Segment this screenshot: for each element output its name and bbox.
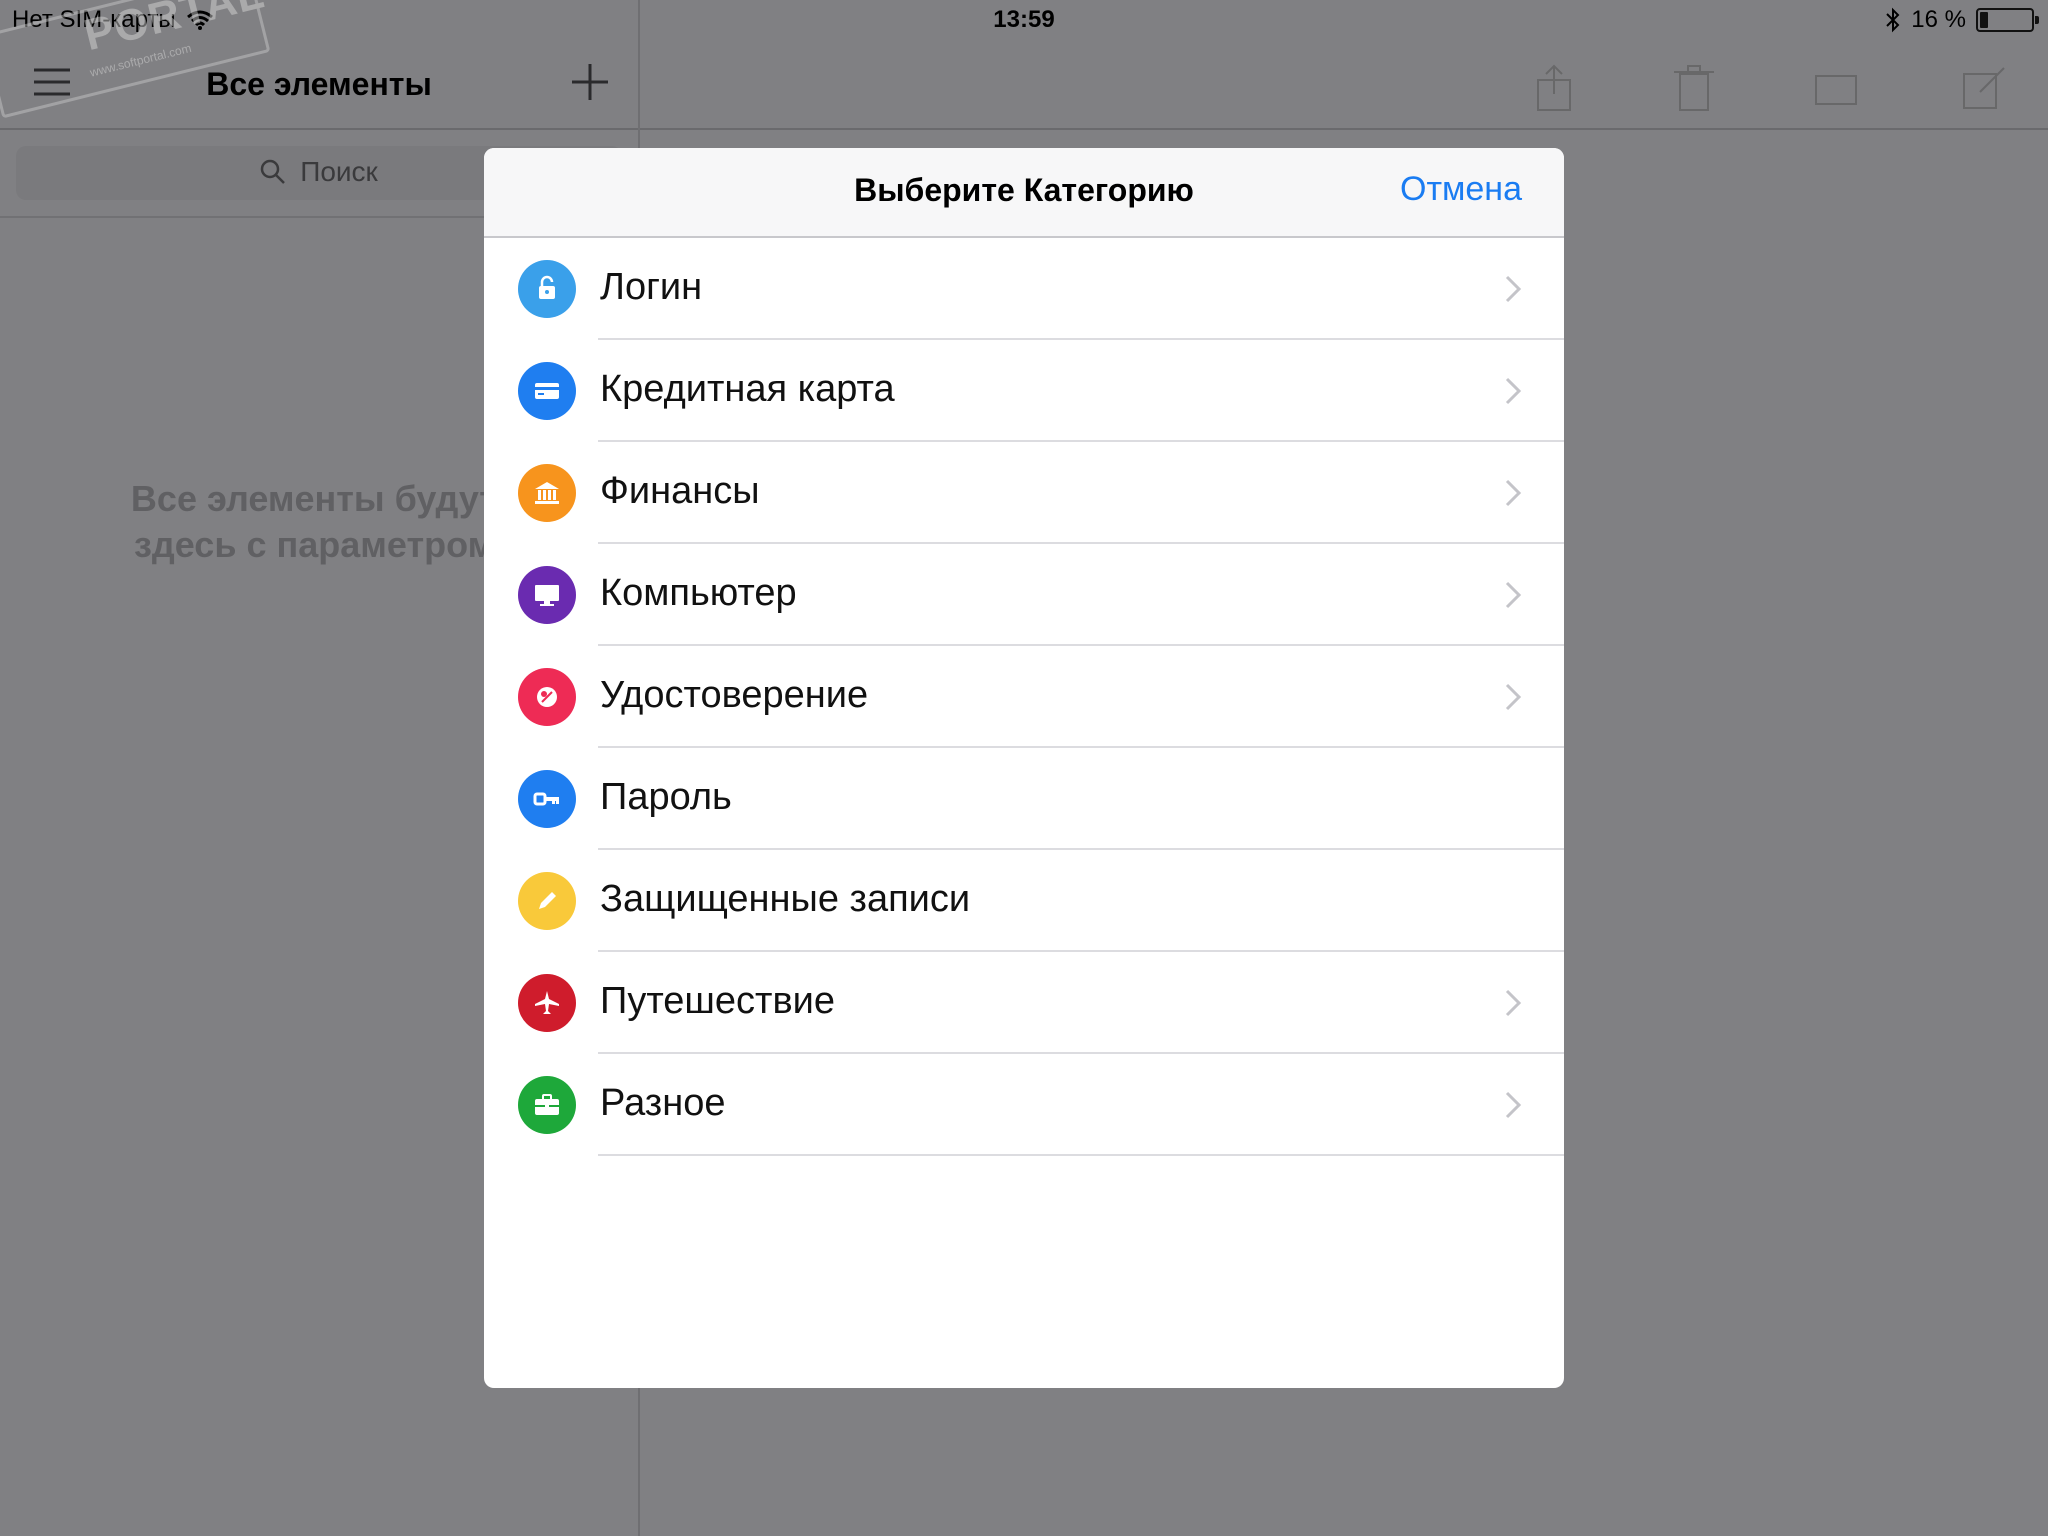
category-row[interactable]: Удостоверение — [484, 646, 1564, 748]
category-label: Компьютер — [600, 572, 797, 614]
category-row[interactable]: Защищенные записи — [484, 850, 1564, 952]
search-icon — [260, 159, 286, 184]
monitor-icon — [518, 566, 576, 624]
category-picker-modal: Выберите Категорию Отмена Логин Кредитная… — [484, 148, 1564, 1388]
category-row[interactable]: Финансы — [484, 442, 1564, 544]
category-row[interactable]: Пароль — [484, 748, 1564, 850]
category-label: Разное — [600, 1082, 726, 1124]
category-label: Путешествие — [600, 980, 835, 1022]
category-label: Пароль — [600, 776, 732, 818]
briefcase-icon — [518, 1076, 576, 1134]
category-label: Логин — [600, 266, 703, 308]
folder-icon[interactable] — [1810, 62, 1862, 114]
battery-level — [1980, 12, 1988, 28]
category-list: Логин Кредитная карта Финансы Компьютер Удос… — [484, 238, 1564, 1156]
chevron-right-icon — [1505, 377, 1522, 405]
category-label: Удостоверение — [600, 674, 869, 716]
category-row[interactable]: Путешествие — [484, 952, 1564, 1054]
share-icon[interactable] — [1528, 62, 1580, 114]
bluetooth-icon — [1886, 7, 1900, 33]
modal-header: Выберите Категорию Отмена — [484, 148, 1564, 238]
key-icon — [518, 770, 576, 828]
battery-percent: 16 % — [1911, 6, 1966, 33]
add-icon[interactable] — [568, 60, 612, 104]
battery-icon — [1976, 8, 2039, 32]
chevron-right-icon — [1505, 275, 1522, 303]
edit-icon[interactable] — [1958, 62, 2010, 114]
credit-card-icon — [518, 362, 576, 420]
airplane-icon — [518, 974, 576, 1032]
clock: 13:59 — [993, 6, 1055, 33]
status-bar: Нет SIM-карты 13:59 16 % — [0, 0, 2048, 40]
chevron-right-icon — [1505, 581, 1522, 609]
status-right: 16 % — [1885, 6, 2039, 34]
row-separator — [598, 1154, 1564, 1156]
trash-icon[interactable] — [1668, 62, 1720, 114]
category-row[interactable]: Компьютер — [484, 544, 1564, 646]
id-badge-icon — [518, 668, 576, 726]
chevron-right-icon — [1505, 683, 1522, 711]
cancel-button[interactable]: Отмена — [1400, 170, 1522, 209]
category-label: Защищенные записи — [600, 878, 971, 920]
search-placeholder: Поиск — [300, 156, 378, 187]
category-label: Кредитная карта — [600, 368, 895, 410]
pencil-icon — [518, 872, 576, 930]
chevron-right-icon — [1505, 989, 1522, 1017]
detail-toolbar — [640, 40, 2048, 130]
category-row[interactable]: Кредитная карта — [484, 340, 1564, 442]
chevron-right-icon — [1505, 1091, 1522, 1119]
category-row[interactable]: Разное — [484, 1054, 1564, 1156]
bank-icon — [518, 464, 576, 522]
category-row[interactable]: Логин — [484, 238, 1564, 340]
lock-icon — [518, 260, 576, 318]
category-label: Финансы — [600, 470, 760, 512]
chevron-right-icon — [1505, 479, 1522, 507]
